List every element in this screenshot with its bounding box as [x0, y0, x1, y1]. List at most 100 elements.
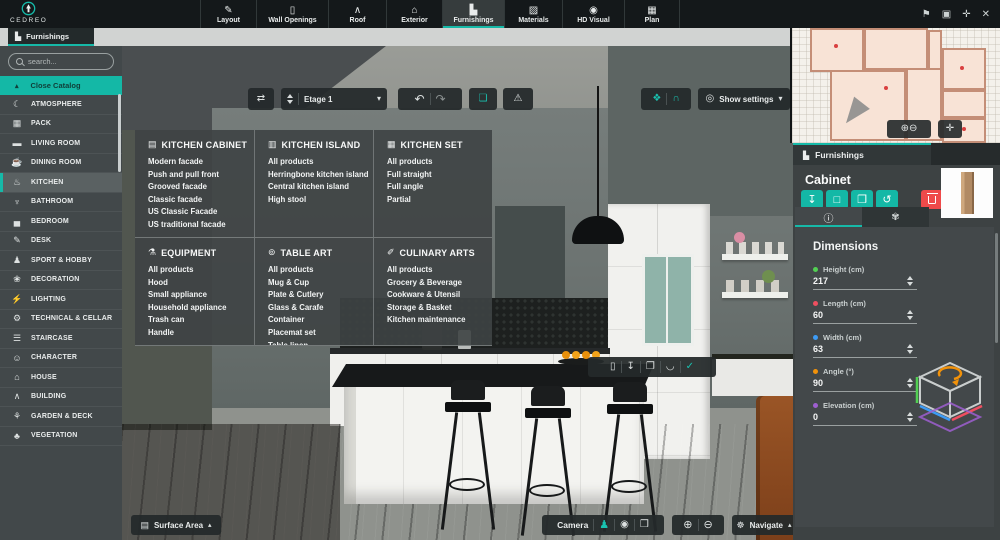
menu-item[interactable]: Plate & Cutlery — [268, 289, 369, 302]
menu-item[interactable]: Central kitchen island — [268, 181, 369, 194]
fit-screen-icon[interactable]: ✛ — [962, 9, 970, 20]
category-building[interactable]: ∧BUILDING — [0, 388, 122, 408]
navigate-button[interactable]: ☸ Navigate ▴ — [732, 515, 793, 535]
menu-section-title[interactable]: ⊚ TABLE ART — [268, 247, 369, 258]
menu-item[interactable]: Grocery & Beverage — [387, 277, 488, 290]
feedback-icon[interactable]: ⚑ — [922, 9, 931, 20]
tab-plan[interactable]: ▦ Plan — [624, 0, 680, 28]
menu-section-title[interactable]: ▦ KITCHEN SET — [387, 139, 488, 150]
category-bathroom[interactable]: ♆BATHROOM — [0, 193, 122, 213]
category-lighting[interactable]: ⚡LIGHTING — [0, 290, 122, 310]
zoom-out-icon[interactable]: ⊖ — [704, 520, 713, 531]
close-icon[interactable]: ✕ — [982, 9, 990, 20]
close-catalog-button[interactable]: ▴ Close Catalog — [0, 76, 122, 95]
menu-item[interactable]: Household appliance — [148, 302, 250, 315]
menu-section-title[interactable]: ▥ KITCHEN ISLAND — [268, 139, 369, 150]
menu-item[interactable]: Small appliance — [148, 289, 250, 302]
panel-tab-furnishings[interactable]: ▙ Furnishings — [793, 143, 931, 165]
tab-wall-openings[interactable]: ▯ Wall Openings — [256, 0, 328, 28]
menu-item[interactable]: US Classic Facade — [148, 206, 250, 219]
tab-exterior[interactable]: ⌂ Exterior — [386, 0, 442, 28]
catalog-tab-furnishings[interactable]: ▙ Furnishings — [8, 28, 94, 46]
tab-hd-visual[interactable]: ◉ HD Visual — [562, 0, 624, 28]
width-value[interactable]: 63 — [813, 344, 823, 354]
search-field[interactable] — [8, 53, 114, 70]
object-confirm-icon[interactable]: ✓ — [686, 362, 694, 372]
height-stepper[interactable] — [907, 276, 913, 286]
menu-item[interactable]: All products — [268, 156, 369, 169]
length-stepper[interactable] — [907, 310, 913, 320]
object-drop-icon[interactable]: ↧ — [627, 362, 635, 372]
menu-item[interactable]: US traditional facade — [148, 219, 250, 232]
sync-floors-button[interactable]: ⇄ — [248, 88, 274, 110]
width-stepper[interactable] — [907, 344, 913, 354]
roof-view-icon[interactable]: ∩ — [672, 94, 679, 104]
menu-item[interactable]: Hood — [148, 277, 250, 290]
tab-materials[interactable]: ▨ Materials — [504, 0, 562, 28]
menu-item[interactable]: Trash can — [148, 314, 250, 327]
menu-item[interactable]: All products — [148, 264, 250, 277]
category-sport-hobby[interactable]: ♟SPORT & HOBBY — [0, 251, 122, 271]
floor-selector[interactable]: Etage 1 ▾ — [281, 88, 387, 110]
menu-item[interactable]: Push and pull front — [148, 169, 250, 182]
menu-item[interactable]: All products — [387, 156, 488, 169]
search-input[interactable] — [28, 57, 108, 66]
menu-item[interactable]: Placemat set — [268, 327, 369, 340]
tab-furnishings[interactable]: ▙ Furnishings — [442, 0, 504, 28]
materials-view-icon[interactable]: ❖ — [652, 94, 661, 104]
tab-layout[interactable]: ✎ Layout — [200, 0, 256, 28]
save-icon[interactable]: ▣ — [942, 9, 951, 20]
panel-scrollbar[interactable] — [995, 233, 998, 343]
sidebar-scrollbar[interactable] — [118, 94, 121, 172]
length-value[interactable]: 60 — [813, 310, 823, 320]
menu-item[interactable]: Full angle — [387, 181, 488, 194]
menu-section-title[interactable]: ⚗ EQUIPMENT — [148, 247, 250, 258]
menu-item[interactable]: Handle — [148, 327, 250, 340]
category-bedroom[interactable]: ▄BEDROOM — [0, 212, 122, 232]
object-duplicate-icon[interactable]: ❐ — [646, 362, 655, 372]
menu-item[interactable]: Table linen — [268, 340, 369, 346]
show-settings-button[interactable]: ◎ Show settings ▾ — [698, 88, 790, 110]
category-house[interactable]: ⌂HOUSE — [0, 368, 122, 388]
menu-item[interactable]: Classic facade — [148, 194, 250, 207]
surface-warning-button[interactable]: ⚠ — [503, 88, 533, 110]
object-wall-icon[interactable]: ▯ — [610, 362, 616, 372]
menu-item[interactable]: Full straight — [387, 169, 488, 182]
menu-item[interactable]: Cookware & Utensil — [387, 289, 488, 302]
menu-item[interactable]: Partial — [387, 194, 488, 207]
3d-viewport[interactable]: ⇄ Etage 1 ▾ ↶ ↷ ❏ ⚠ ❖ ∩ ◎ Show settings … — [122, 46, 793, 540]
menu-item[interactable]: Mug & Cup — [268, 277, 369, 290]
object-thumbnail[interactable] — [941, 168, 993, 218]
undo-icon[interactable]: ↶ — [414, 93, 424, 105]
elevation-value[interactable]: 0 — [813, 412, 818, 422]
height-value[interactable]: 217 — [813, 276, 828, 286]
zoom-in-icon[interactable]: ⊕ — [683, 520, 692, 531]
menu-item[interactable]: Storage & Basket — [387, 302, 488, 315]
category-dining-room[interactable]: ☕DINING ROOM — [0, 154, 122, 174]
zoom-out-icon[interactable]: ⊖ — [909, 124, 917, 134]
category-garden-deck[interactable]: ⚘GARDEN & DECK — [0, 407, 122, 427]
export-plan-button[interactable]: ❏ — [469, 88, 497, 110]
menu-section-title[interactable]: ▤ KITCHEN CABINET — [148, 139, 250, 150]
tab-object-style[interactable]: ✾ — [862, 207, 929, 227]
minimap-pan-button[interactable]: ✛ — [938, 120, 962, 138]
tab-roof[interactable]: ∧ Roof — [328, 0, 386, 28]
menu-item[interactable]: All products — [268, 264, 369, 277]
category-kitchen[interactable]: ♨KITCHEN — [0, 173, 122, 193]
object-arc-icon[interactable]: ◡ — [666, 362, 675, 372]
category-decoration[interactable]: ❀DECORATION — [0, 271, 122, 291]
floor-plan-minimap[interactable]: ⊕ ⊖ ✛ — [790, 28, 1000, 143]
menu-item[interactable]: Grooved facade — [148, 181, 250, 194]
menu-item[interactable]: Herringbone kitchen island — [268, 169, 369, 182]
category-character[interactable]: ☺CHARACTER — [0, 349, 122, 369]
elevation-view-icon[interactable]: ❒ — [640, 520, 649, 530]
category-atmosphere[interactable]: ☾ATMOSPHERE — [0, 95, 122, 115]
category-technical-cellar[interactable]: ⚙TECHNICAL & CELLAR — [0, 310, 122, 330]
category-vegetation[interactable]: ♣VEGETATION — [0, 427, 122, 447]
menu-item[interactable]: All products — [387, 264, 488, 277]
menu-item[interactable]: Container — [268, 314, 369, 327]
floor-stepper[interactable] — [287, 94, 293, 104]
tab-object-info[interactable]: ⓘ — [795, 207, 862, 227]
menu-item[interactable]: Kitchen maintenance — [387, 314, 488, 327]
menu-item[interactable]: High stool — [268, 194, 369, 207]
